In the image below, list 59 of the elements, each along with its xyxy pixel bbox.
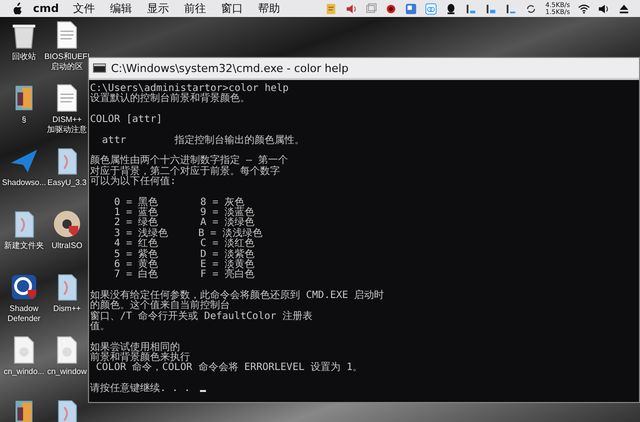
console-line: 5 = 紫色 D = 淡紫色 bbox=[113, 250, 254, 260]
console-line: 窗口、/T 命令行开关或 DefaultColor 注册表 bbox=[90, 312, 312, 322]
console-line: 前景和背景颜色来执行 bbox=[90, 352, 190, 363]
icon-label: Dism++ bbox=[53, 304, 81, 314]
speaker-icon[interactable] bbox=[345, 2, 358, 14]
icon-label: § bbox=[22, 115, 26, 125]
text-cursor bbox=[200, 390, 206, 392]
menu-item[interactable]: 前往 bbox=[184, 1, 206, 16]
shield-icon[interactable] bbox=[9, 272, 39, 302]
console-line: 1 = 蓝色 9 = 淡蓝色 bbox=[113, 208, 254, 218]
console-line: 4 = 红色 C = 淡红色 bbox=[113, 239, 254, 250]
icon-label: cn_window bbox=[47, 367, 87, 377]
console-line: 7 = 白色 F = 亮白色 bbox=[113, 270, 254, 281]
volume-icon[interactable] bbox=[598, 2, 610, 14]
apple-icon[interactable] bbox=[12, 2, 23, 15]
app-tile-icon[interactable] bbox=[405, 2, 418, 14]
icon-label: 新建文件夹 bbox=[4, 241, 44, 251]
icon-label: DISM++ 加驱动注意 bbox=[47, 115, 87, 135]
console-line: COLOR [attr] bbox=[90, 115, 162, 126]
cloud-icon[interactable] bbox=[425, 2, 438, 14]
icon-label: 回收站 bbox=[12, 52, 36, 62]
terminal-icon bbox=[93, 63, 106, 73]
menu-item[interactable]: 窗口 bbox=[220, 1, 243, 16]
disc-icon[interactable] bbox=[52, 209, 82, 239]
console-line: 如果没有给定任何参数，此命令会将颜色还原到 CMD.EXE 启动时 bbox=[90, 290, 384, 301]
meter-icon[interactable] bbox=[505, 2, 518, 14]
icon-label: EasyU_3.3 bbox=[47, 178, 87, 188]
console-line: 如果尝试使用相同的 bbox=[90, 342, 180, 353]
meter-icon[interactable] bbox=[485, 2, 498, 14]
record-icon[interactable] bbox=[385, 2, 398, 14]
icon-label: cn_windo... bbox=[4, 367, 44, 377]
menu-item[interactable]: 显示 bbox=[146, 1, 169, 16]
console-line: 0 = 黑色 8 = 灰色 bbox=[113, 198, 244, 208]
menu-item[interactable]: 文件 bbox=[72, 1, 95, 16]
console-line: COLOR 命令，COLOR 命令会将 ERRORLEVEL 设置为 1。 bbox=[95, 363, 363, 374]
console-line: C:\Users\administartor>color help bbox=[90, 84, 289, 94]
console-line: 的颜色。这个值来自当前控制台 bbox=[90, 301, 230, 312]
menu-item[interactable]: 编辑 bbox=[110, 1, 132, 16]
console-line: 2 = 绿色 A = 淡绿色 bbox=[113, 218, 254, 228]
menu-item[interactable]: 帮助 bbox=[258, 1, 280, 16]
meter-icon[interactable] bbox=[465, 2, 478, 14]
console-line: 值。 bbox=[90, 322, 110, 332]
console-line: 对应于背景，第二个对应于前景。每个数字 bbox=[90, 166, 280, 177]
app-menu[interactable]: cmd bbox=[33, 2, 59, 15]
icon-label: Shadow Defender bbox=[8, 304, 40, 324]
sync-icon[interactable] bbox=[525, 2, 538, 14]
console-line: 6 = 黄色 E = 淡黄色 bbox=[113, 260, 254, 270]
note-icon[interactable] bbox=[325, 2, 338, 14]
console-line: 设置默认的控制台前景和背景颜色。 bbox=[90, 94, 250, 105]
icon-label: Shadowso... bbox=[2, 178, 46, 188]
wifi-icon[interactable] bbox=[578, 2, 590, 14]
window-title: C:\Windows\system32\cmd.exe - color help bbox=[111, 62, 348, 74]
eject-icon[interactable] bbox=[618, 2, 630, 14]
console-line: 颜色属性由两个十六进制数字指定 — 第一个 bbox=[90, 156, 288, 166]
console-line: 可以为以下任何值: bbox=[90, 177, 176, 188]
console-line: attr 指定控制台输出的颜色属性。 bbox=[101, 136, 304, 146]
icon-label: UltraISO bbox=[52, 241, 82, 251]
console-line: 请按任意键继续. . . bbox=[90, 384, 192, 394]
console-line: 3 = 浅绿色 B = 淡浅绿色 bbox=[113, 228, 262, 239]
